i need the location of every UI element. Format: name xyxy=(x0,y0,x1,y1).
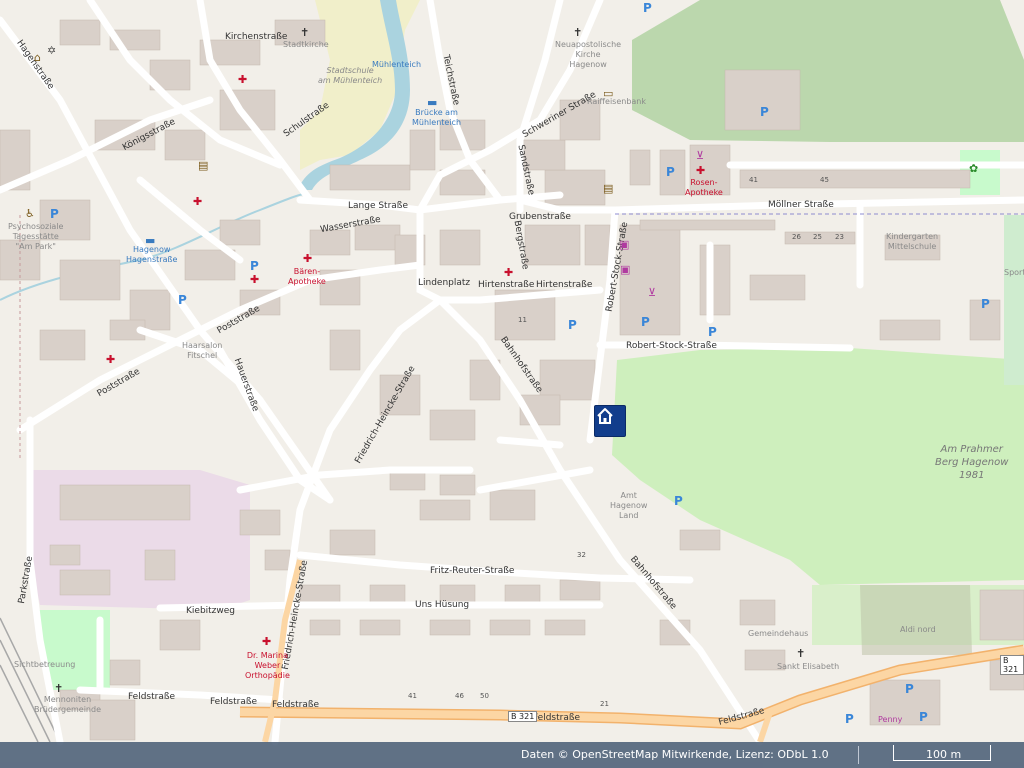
map-base xyxy=(0,0,1024,768)
shop-icon: ▣ xyxy=(620,263,631,276)
parking-icon: P xyxy=(760,105,769,119)
house-number: 50 xyxy=(480,692,489,700)
street-label-feldstrasse-3: Feldstraße xyxy=(272,700,320,710)
house-number: 25 xyxy=(813,233,822,241)
parking-icon: P xyxy=(178,293,187,307)
parking-icon: P xyxy=(981,297,990,311)
doctor-icon: ✚ xyxy=(250,273,260,286)
parking-icon: P xyxy=(568,318,577,332)
poi-rosen-apotheke: Rosen- Apotheke xyxy=(685,178,723,197)
attribution-separator xyxy=(858,746,859,764)
social-facility-icon: ♿ xyxy=(25,207,35,220)
church-icon: ✝ xyxy=(573,26,583,39)
library-icon: ▤ xyxy=(603,182,614,195)
house-number: 45 xyxy=(820,176,829,184)
poi-bruecke: Brücke am Mühlenteich xyxy=(412,108,462,127)
boat-icon: ▬ xyxy=(427,96,438,109)
parking-icon: P xyxy=(845,712,854,726)
poi-haarsalon: Haarsalon Fitschel xyxy=(182,341,223,360)
street-label-hirtenstrasse-2: Hirtenstraße xyxy=(536,280,593,290)
street-label-kiebitzweg: Kiebitzweg xyxy=(186,606,236,616)
road-shield-b321-east: B 321 xyxy=(1000,655,1024,675)
poi-neuapostolische-kirche: Neuapostolische Kirche Hagenow xyxy=(555,40,622,69)
house-number: 41 xyxy=(749,176,758,184)
library-icon: ▤ xyxy=(198,159,209,172)
street-label-lindenplatz: Lindenplatz xyxy=(418,278,471,288)
house-number: 46 xyxy=(455,692,464,700)
street-label-lange-strasse: Lange Straße xyxy=(348,201,409,211)
doctor-icon: ✚ xyxy=(106,353,116,366)
home-location-marker[interactable] xyxy=(594,405,626,437)
synagogue-icon: ✡ xyxy=(47,44,57,57)
parking-icon: P xyxy=(250,259,259,273)
church-icon: ✝ xyxy=(300,26,310,39)
house-number: 32 xyxy=(577,551,586,559)
home-icon xyxy=(597,408,613,424)
poi-aldi: Aldi nord xyxy=(900,625,936,634)
parking-icon: P xyxy=(641,315,650,329)
attribution-text[interactable]: Daten © OpenStreetMap Mitwirkende, Lizen… xyxy=(521,748,829,761)
playground-icon: ✿ xyxy=(969,162,979,175)
church-icon: ✝ xyxy=(796,647,806,660)
poi-dr-weber-orthopaedie: Dr. Marina Weber Orthopädie xyxy=(245,651,290,680)
poi-amt-hagenow-land: Amt Hagenow Land xyxy=(610,491,648,520)
poi-sankt-elisabeth: Sankt Elisabeth xyxy=(777,662,840,671)
meadow-northeast xyxy=(632,0,1024,142)
shopping-cart-icon: ⊻ xyxy=(648,286,657,299)
area-label-am-prahmer-berg: Am Prahmer Berg Hagenow 1981 xyxy=(935,444,1009,481)
parking-icon: P xyxy=(50,207,59,221)
street-label-feldstrasse-2: Feldstraße xyxy=(210,697,258,707)
doctor-icon: ✚ xyxy=(238,73,248,86)
poi-penny: Penny xyxy=(878,715,903,724)
street-label-fritz-reuter-strasse: Fritz-Reuter-Straße xyxy=(430,566,515,576)
map-viewport[interactable]: Kirchenstraße Hagenstraße Königsstraße S… xyxy=(0,0,1024,768)
street-label-uns-huesung: Uns Hüsung xyxy=(415,600,470,610)
shop-icon: ▣ xyxy=(619,238,630,251)
parking-icon: P xyxy=(905,682,914,696)
poi-psychosoziale-tagesstaette: Psychosoziale Tagesstätte "Am Park" xyxy=(8,222,64,251)
church-icon: ✝ xyxy=(54,682,64,695)
attribution-bar xyxy=(0,742,1024,768)
street-label-feldstrasse-1: Feldstraße xyxy=(128,692,176,702)
bus-stop-icon: ▬ xyxy=(145,234,156,247)
poi-sichtbetreuung: Sichtbetreuung xyxy=(14,660,76,669)
poi-muehlenteich: Mühlenteich xyxy=(372,60,422,69)
poi-raiffeisenbank: Raiffeisenbank xyxy=(587,97,647,106)
poi-sport: Sport xyxy=(1004,268,1024,277)
parking-icon: P xyxy=(674,494,683,508)
pharmacy-icon: ✚ xyxy=(696,164,706,177)
parking-icon: P xyxy=(643,1,652,15)
street-label-hirtenstrasse: Hirtenstraße xyxy=(478,280,535,290)
poi-baeren-apotheke: Bären- Apotheke xyxy=(288,267,326,286)
poi-mennoniten: Mennoniten Brüdergemeinde xyxy=(34,695,102,714)
street-label-robert-stock-strasse: Robert-Stock-Straße xyxy=(626,341,717,351)
poi-gemeindehaus: Gemeindehaus xyxy=(748,629,809,638)
bank-icon: ▭ xyxy=(603,87,614,100)
poi-kindergarten: Kindergarten Mittelschule xyxy=(886,232,939,251)
scale-label: 100 m xyxy=(926,748,962,761)
street-label-kirchenstrasse: Kirchenstraße xyxy=(225,32,288,42)
house-number: 41 xyxy=(408,692,417,700)
poi-stadtkirche: Stadtkirche xyxy=(283,40,329,49)
doctor-icon: ✚ xyxy=(193,195,203,208)
poi-hagenow-hagenstrasse: Hagenow Hagenstraße xyxy=(126,245,178,264)
doctor-icon: ✚ xyxy=(504,266,514,279)
shopping-cart-icon: ⊻ xyxy=(696,149,705,162)
doctor-icon: ✚ xyxy=(262,635,272,648)
pharmacy-icon: ✚ xyxy=(303,252,313,265)
road-shield-b321: B 321 xyxy=(508,711,538,722)
street-label-moellner-strasse: Möllner Straße xyxy=(768,200,834,210)
house-number: 26 xyxy=(792,233,801,241)
museum-icon: ⌂ xyxy=(34,51,41,64)
parking-icon: P xyxy=(708,325,717,339)
street-label-feldstrasse-4: Feldstraße xyxy=(533,713,581,723)
house-number: 23 xyxy=(835,233,844,241)
aldi-parking xyxy=(860,585,972,655)
house-number: 21 xyxy=(600,700,609,708)
house-number: 11 xyxy=(518,316,527,324)
parking-icon: P xyxy=(666,165,675,179)
parking-icon: P xyxy=(919,710,928,724)
